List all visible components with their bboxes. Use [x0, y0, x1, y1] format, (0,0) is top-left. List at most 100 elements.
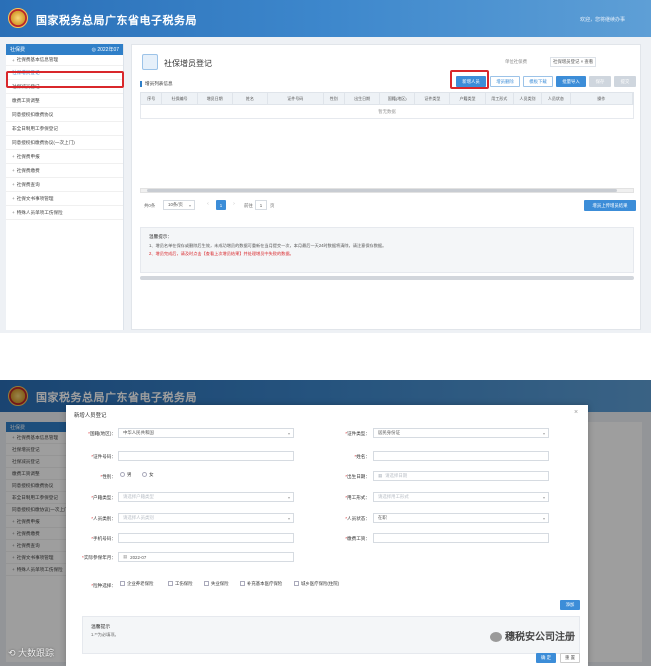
close-icon[interactable]: × 查看 [581, 59, 594, 64]
table-body: 暂无数据 [140, 105, 634, 119]
idtype-select[interactable]: 居民身份证 ▾ [373, 428, 549, 438]
ins-unemploy-label: 失业保险 [211, 581, 229, 586]
sidebar-item-wage-adjust[interactable]: 缴费工资调整 [6, 94, 123, 108]
sidebar-item-injury[interactable]: 特殊人员单项工伤保险 [6, 206, 123, 220]
idno-label-text: 证件号码： [93, 454, 116, 459]
calendar-icon: ▦ [378, 473, 383, 478]
pager-current-page[interactable]: 1 [216, 200, 226, 210]
gender-male-radio[interactable]: 男 [120, 472, 132, 478]
empty-text: 暂无数据 [378, 108, 396, 114]
add-row-button[interactable]: 添加 [560, 600, 580, 610]
watermark-right-text: 穗税安公司注册 [505, 632, 575, 643]
mobile-input[interactable] [118, 533, 294, 543]
col-header: 操作 [571, 93, 633, 104]
ins-urban-checkbox[interactable]: 城乡医疗保险(住院) [294, 581, 339, 587]
employ-select[interactable]: 请选择用工形式 ▾ [373, 492, 549, 502]
scrollbar-thumb[interactable] [147, 189, 617, 192]
gender-female-radio[interactable]: 女 [142, 472, 154, 478]
horizontal-scrollbar[interactable] [140, 188, 634, 193]
sidebar-item-label: 社保费查询 [16, 181, 40, 187]
hukou-select[interactable]: 请选择户籍类型 ▾ [118, 492, 294, 502]
submit-button[interactable]: 提交 [614, 76, 636, 87]
wechat-icon [490, 632, 502, 643]
modal-close-icon[interactable]: × [574, 409, 578, 416]
breadcrumb-tab-2[interactable]: 社保增员登记 × 查看 [550, 57, 597, 67]
view-last-result-button[interactable]: 增员上传增员结果 [584, 200, 636, 211]
sidebar-item-deduct-agreement[interactable]: 同意授权扣缴费协议 [6, 108, 123, 122]
birth-date-input[interactable]: ▦ 请选择日期 [373, 471, 549, 481]
sidebar-item-docs[interactable]: 社保文书事项管理 [6, 192, 123, 206]
hukou-placeholder: 请选择户籍类型 [123, 494, 154, 499]
ins-medical-checkbox[interactable]: 补充基本医疗保险 [240, 581, 282, 587]
idno-input[interactable] [118, 451, 294, 461]
col-header: 人员状态 [542, 93, 571, 104]
pager-size-value: 10条/页 [168, 202, 183, 207]
breadcrumb-tab-1[interactable]: 单位社保费 [505, 59, 527, 65]
template-download-button[interactable]: 模板下载 [523, 76, 553, 87]
sidebar-item-deduct-onsite[interactable]: 同意授权扣缴费协议(一次上门) [6, 136, 123, 150]
status-label-text: 人员状态： [347, 516, 370, 521]
col-header: 证件类型 [415, 93, 451, 104]
radio-icon [120, 472, 125, 478]
wage-input[interactable] [373, 533, 549, 543]
sidebar-item-label: 社保费申报 [16, 153, 40, 159]
status-select[interactable]: 在职 ▾ [373, 513, 549, 523]
col-header: 国籍(地区) [380, 93, 416, 104]
mobile-label: *手机号码： [91, 536, 116, 541]
col-header: 人员类别 [514, 93, 543, 104]
start-month-value: 2022-07 [130, 554, 147, 560]
nationality-select[interactable]: 中华人民共和国 ▾ [118, 428, 294, 438]
mobile-label-text: 手机号码： [93, 536, 116, 541]
ins-injury-checkbox[interactable]: 工伤保险 [168, 581, 193, 587]
start-month-input[interactable]: ▦ 2022-07 [118, 552, 294, 562]
sidebar-header[interactable]: 社保费 ◎ 2022年07 [6, 44, 123, 55]
ins-pension-label: 企业养老保险 [127, 581, 154, 586]
sidebar-item-profile[interactable]: 社保费基本信息管理 [6, 55, 123, 66]
sidebar-header-period: ◎ 2022年07 [91, 47, 119, 53]
pager-total: 共0条 [144, 203, 156, 208]
page-title-icon [142, 54, 158, 70]
tips-box: 温馨提示： 1、增员名单在保存或删除后生效，未成功增员的数据可重新在当月提交一次… [140, 227, 634, 273]
sidebar-item-declare[interactable]: 社保费申报 [6, 150, 123, 164]
sidebar-item-label: 社保费基本信息管理 [16, 57, 59, 62]
modal-title: 新增人员登记 [74, 413, 107, 419]
sidebar-item-label: 社保费缴费 [16, 167, 40, 173]
chevron-down-icon: ▾ [542, 430, 545, 436]
ins-medical-label: 补充基本医疗保险 [247, 581, 283, 586]
page-scrollbar[interactable] [140, 276, 634, 280]
confirm-button[interactable]: 确 定 [536, 653, 556, 663]
batch-import-button[interactable]: 批量导入 [556, 76, 586, 87]
user-welcome[interactable]: 欢迎，您将继续办事 [580, 16, 625, 23]
pager-prev-icon[interactable]: ‹ [204, 201, 212, 209]
add-button-highlight-box [450, 70, 489, 89]
chevron-down-icon: ▾ [542, 494, 545, 500]
pager-goto-input[interactable]: 1 [255, 200, 267, 210]
name-input[interactable] [373, 451, 549, 461]
checkbox-icon [120, 581, 125, 587]
chevron-down-icon: ▾ [287, 430, 290, 436]
tax-emblem-icon [8, 8, 28, 28]
sidebar-header-label: 社保费 [10, 47, 26, 53]
category-select[interactable]: 请选择人员类别 ▾ [118, 513, 294, 523]
insurance-label-text: 险种选择： [93, 583, 116, 588]
main-panel: 社保增员登记 单位社保费 社保增员登记 × 查看 增员列表信息 新增人员 增员删… [131, 44, 641, 330]
modal-tips-text: 1.**为必填项。 [91, 632, 119, 637]
calendar-icon: ▦ [123, 554, 128, 559]
hukou-label: *户籍类型： [91, 495, 116, 500]
ins-unemploy-checkbox[interactable]: 失业保险 [204, 581, 229, 587]
birth-label-text: 出生日期： [347, 474, 370, 479]
sidebar-item-parttime[interactable]: 非全日制用工参保登记 [6, 122, 123, 136]
save-button[interactable]: 保存 [589, 76, 611, 87]
sidebar-item-query[interactable]: 社保费查询 [6, 178, 123, 192]
reset-button[interactable]: 重 置 [560, 653, 580, 663]
pager-next-icon[interactable]: › [230, 201, 238, 209]
pager-size-select[interactable]: 10条/页 ▾ [163, 200, 195, 210]
idtype-label: *证件类型： [345, 431, 370, 436]
tip-line-2: 2、增员完成后，请及时点击【查看上次增员结果】并处理增员中失败的数据。 [149, 251, 294, 256]
category-label-text: 人员类别： [93, 516, 116, 521]
name-label: *姓名： [354, 454, 370, 459]
modal-tips-title: 温馨提示 [91, 625, 111, 630]
ins-pension-checkbox[interactable]: 企业养老保险 [120, 581, 153, 587]
sidebar-item-pay[interactable]: 社保费缴费 [6, 164, 123, 178]
delete-staff-button[interactable]: 增员删除 [490, 76, 520, 87]
